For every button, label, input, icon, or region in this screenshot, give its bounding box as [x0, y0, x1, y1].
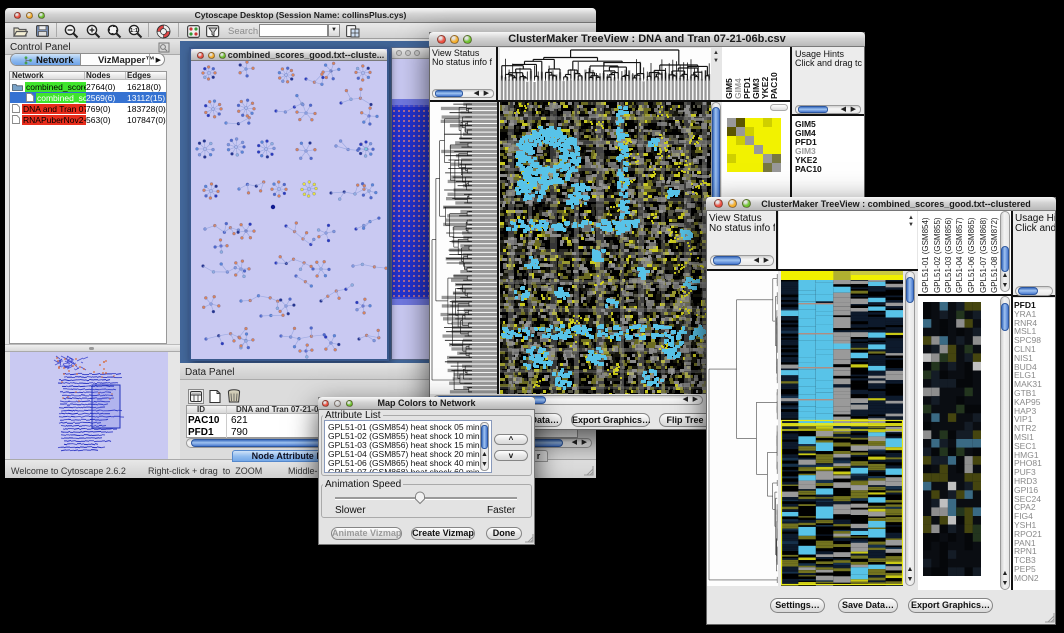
svg-text:1:1: 1:1: [130, 28, 138, 34]
